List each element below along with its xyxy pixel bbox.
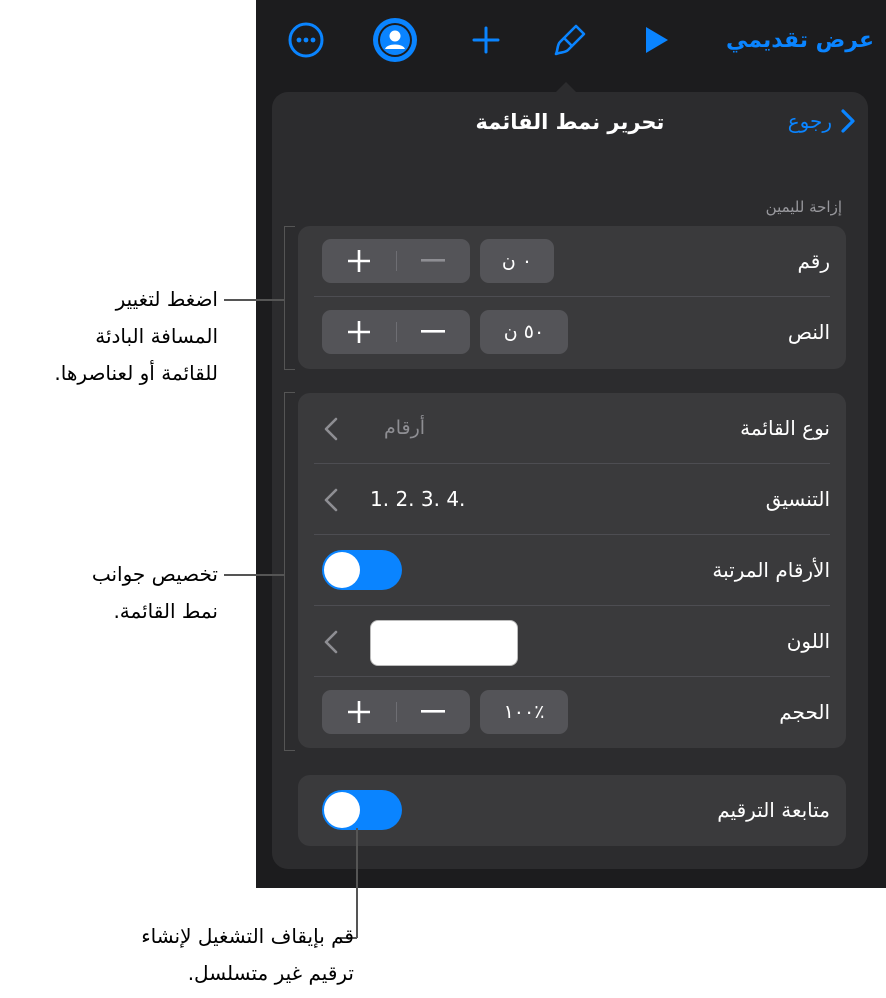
tiered-numbers-toggle[interactable] [322, 550, 402, 590]
more-icon[interactable] [284, 18, 328, 62]
indent-group: رقم ٠ ن النص ٥٠ ن [298, 226, 846, 369]
tiered-numbers-label: الأرقام المرتبة [712, 558, 830, 582]
indent-leader-line [224, 299, 284, 301]
size-label: الحجم [779, 700, 830, 724]
indent-number-row: رقم ٠ ن [298, 226, 846, 297]
color-label: اللون [786, 629, 830, 653]
decrement-button[interactable] [396, 690, 470, 734]
indent-bracket [284, 226, 295, 370]
presentation-title[interactable]: عرض تقديمي [726, 18, 874, 62]
indent-text-row: النص ٥٠ ن [298, 297, 846, 368]
customize-callout: تخصيص جوانب نمط القائمة. [92, 556, 218, 630]
stepper-divider [396, 322, 397, 342]
toggle-knob [324, 792, 360, 828]
indent-number-label: رقم [797, 249, 830, 273]
size-value[interactable]: ٪١٠٠ [480, 690, 568, 734]
continue-numbering-row: متابعة الترقيم [298, 775, 846, 846]
color-swatch[interactable] [370, 620, 518, 666]
tiered-numbers-row: الأرقام المرتبة [298, 535, 846, 606]
add-icon[interactable] [464, 18, 508, 62]
list-type-value: أرقام [384, 417, 426, 439]
size-row: الحجم ٪١٠٠ [298, 677, 846, 748]
edit-list-style-popover: تحرير نمط القائمة رجوع إزاحة لليمين رقم … [272, 92, 868, 869]
stepper-divider [396, 702, 397, 722]
format-value: 1. 2. 3. 4. [370, 487, 466, 511]
ipad-screen: عرض تقديمي تحرير نمط القائمة رجوع إزاحة … [256, 0, 886, 888]
chevron-left-icon [324, 606, 338, 677]
callout-line: قم بإيقاف التشغيل لإنشاء [141, 924, 354, 948]
stepper-divider [396, 251, 397, 271]
plus-icon [348, 701, 370, 723]
callout-line: ترقيم غير متسلسل. [187, 961, 354, 985]
callout-line: تخصيص جوانب [91, 562, 218, 586]
format-brush-icon[interactable] [548, 18, 592, 62]
continue-numbering-label: متابعة الترقيم [717, 798, 830, 822]
indent-number-stepper [322, 239, 470, 283]
toolbar-title[interactable]: عرض تقديمي [726, 28, 874, 53]
list-style-group: نوع القائمة أرقام التنسيق 1. 2. 3. 4. ال… [298, 393, 846, 748]
chevron-left-icon [324, 393, 338, 464]
popover-title: تحرير نمط القائمة [475, 110, 665, 134]
back-label[interactable]: رجوع [788, 109, 832, 133]
continue-numbering-toggle[interactable] [322, 790, 402, 830]
continue-numbering-group: متابعة الترقيم [298, 775, 846, 846]
toggle-knob [324, 552, 360, 588]
color-row[interactable]: اللون [298, 606, 846, 677]
indent-text-value[interactable]: ٥٠ ن [480, 310, 568, 354]
decrement-button[interactable] [396, 239, 470, 283]
increment-button[interactable] [322, 310, 396, 354]
minus-icon [421, 259, 445, 262]
collaborate-icon[interactable] [370, 18, 420, 62]
format-label: التنسيق [765, 487, 830, 511]
indent-callout: اضغط لتغيير المسافة البادئة للقائمة أو ل… [54, 281, 218, 392]
continue-callout: قم بإيقاف التشغيل لإنشاء ترقيم غير متسلس… [141, 918, 354, 992]
plus-icon [348, 250, 370, 272]
chevron-left-icon [324, 464, 338, 535]
increment-button[interactable] [322, 239, 396, 283]
callout-line: للقائمة أو لعناصرها. [54, 361, 218, 385]
plus-icon [348, 321, 370, 343]
style-leader-line [224, 574, 284, 576]
continue-leader-vertical [356, 828, 358, 938]
toolbar: عرض تقديمي [256, 0, 886, 80]
callout-line: نمط القائمة. [113, 599, 218, 623]
minus-icon [421, 710, 445, 713]
indent-text-stepper [322, 310, 470, 354]
indent-text-label: النص [787, 320, 830, 344]
chevron-right-icon [841, 109, 855, 133]
callout-line: المسافة البادئة [95, 324, 218, 348]
format-row[interactable]: التنسيق 1. 2. 3. 4. [298, 464, 846, 535]
back-button[interactable]: رجوع [788, 108, 856, 134]
indent-number-value[interactable]: ٠ ن [480, 239, 554, 283]
callout-line: اضغط لتغيير [115, 287, 218, 311]
indent-section-label: إزاحة لليمين [765, 198, 842, 216]
list-type-row[interactable]: نوع القائمة أرقام [298, 393, 846, 464]
minus-icon [421, 330, 445, 333]
play-icon[interactable] [634, 18, 678, 62]
increment-button[interactable] [322, 690, 396, 734]
list-type-label: نوع القائمة [740, 416, 830, 440]
style-bracket [284, 392, 295, 751]
size-stepper [322, 690, 470, 734]
decrement-button[interactable] [396, 310, 470, 354]
